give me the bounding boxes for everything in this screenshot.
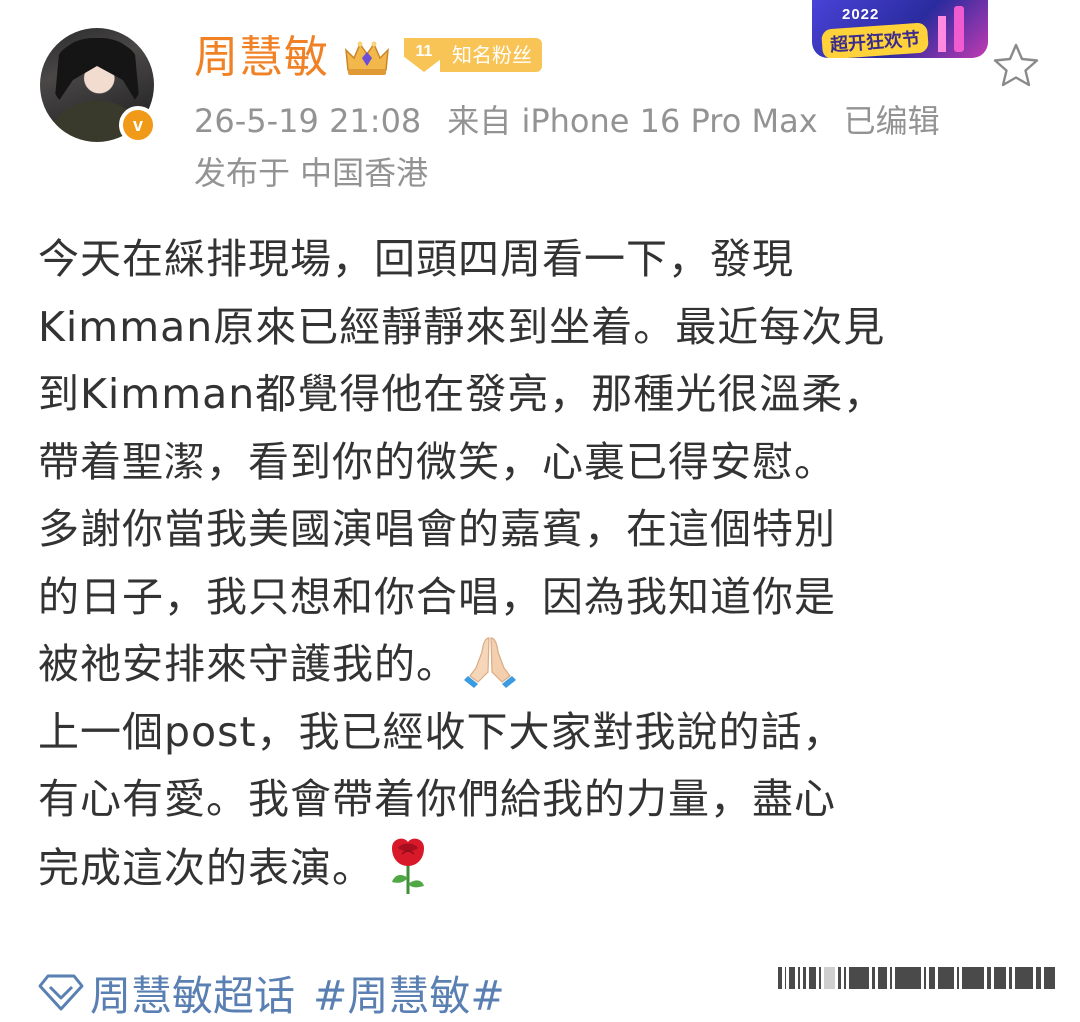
post-text-line-with-emoji: 被祂安排來守護我的。 [38, 631, 1048, 699]
watermark [778, 966, 1058, 990]
star-icon[interactable] [992, 42, 1040, 88]
event-badge-decoration [938, 16, 946, 52]
post-text-line: 完成這次的表演。 [38, 843, 374, 892]
post-text-line: 到Kimman都覺得他在發亮，那種光很溫柔， [38, 370, 886, 418]
post-source[interactable]: 来自 iPhone 16 Pro Max [447, 102, 817, 140]
supertopic-link[interactable]: 周慧敏超话 [90, 962, 295, 1022]
post-text-line: 上一個post，我已經收下大家對我說的話， [38, 707, 845, 756]
rose-emoji [392, 838, 424, 894]
post-text-line: 今天在綵排現場，回頭四周看一下，發現 [38, 235, 794, 283]
post-meta: 26-5-19 21:08 来自 iPhone 16 Pro Max 已编辑 [194, 98, 940, 144]
post-text-line: 帶着聖潔，看到你的微笑，心裏已得安慰。 [38, 437, 836, 486]
diamond-icon [38, 974, 84, 1011]
verified-badge: v [119, 106, 157, 144]
post-text-line-with-emoji: 完成這次的表演。 [38, 834, 1048, 903]
post-text-line: 有心有愛。我會帶着你們給我的力量，盡心 [38, 775, 836, 823]
fan-badge-label: 知名粉丝 [440, 38, 542, 72]
hashtag-link[interactable]: #周慧敏# [313, 962, 505, 1022]
fan-badge[interactable]: 11 知名粉丝 [404, 38, 542, 72]
author-name[interactable]: 周慧敏 [194, 28, 329, 88]
event-badge-decoration [954, 6, 964, 52]
post-body: 今天在綵排現場，回頭四周看一下，發現 Kimman原來已經靜靜來到坐着。最近每次… [38, 226, 1048, 902]
post-location: 发布于 中国香港 [194, 154, 429, 192]
event-badge-year: 2022 [842, 6, 880, 23]
avatar-hair [54, 38, 140, 108]
event-badge-name: 超开狂欢节 [821, 22, 929, 58]
post-text-line: 的日子，我只想和你合唱，因為我知道你是 [38, 572, 836, 621]
crown-icon [345, 41, 389, 75]
post-text-line: 多謝你當我美國演唱會的嘉賓，在這個特別 [38, 505, 836, 553]
post-text-line: Kimman原來已經靜靜來到坐着。最近每次見 [38, 302, 886, 351]
pray-emoji [464, 637, 516, 688]
event-badge[interactable]: 2022 超开狂欢节 [812, 0, 988, 58]
post-text-line: 被祂安排來守護我的。 [38, 640, 458, 688]
post-time: 26-5-19 21:08 [194, 102, 422, 140]
fan-badge-level: 11 [404, 38, 444, 72]
post-edited[interactable]: 已编辑 [844, 102, 940, 140]
topic-tags: 周慧敏超话 #周慧敏# [38, 962, 505, 1022]
